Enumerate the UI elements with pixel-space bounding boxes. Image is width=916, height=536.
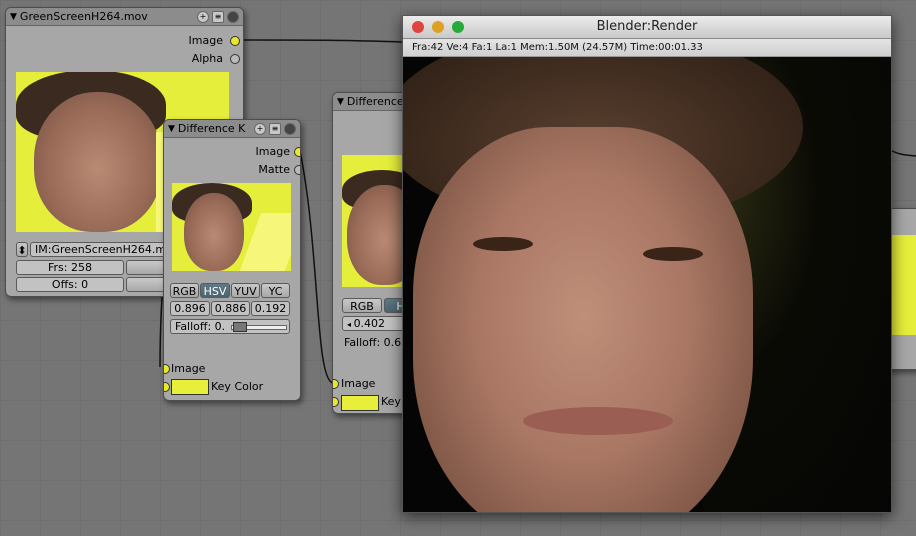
- input-image-socket[interactable]: [333, 379, 339, 389]
- input-image-label: Image: [341, 377, 376, 390]
- menu-icon[interactable]: ≡: [269, 122, 281, 135]
- value-2-field[interactable]: 0.886: [211, 301, 250, 316]
- left-eye: [473, 237, 533, 251]
- render-window[interactable]: Blender:Render Fra:42 Ve:4 Fa:1 La:1 Mem…: [402, 15, 892, 513]
- output-image-socket[interactable]: [230, 36, 240, 46]
- collapse-triangle-icon[interactable]: ▼: [337, 97, 344, 107]
- falloff-label: Falloff: 0.: [175, 320, 226, 333]
- output-matte-label: Matte: [258, 163, 290, 176]
- mode-hsv-button[interactable]: HSV: [200, 283, 230, 298]
- preview-toggle-icon[interactable]: [284, 122, 296, 135]
- key-color-swatch[interactable]: [341, 395, 379, 411]
- output-image-socket[interactable]: [294, 147, 300, 157]
- mouth: [523, 407, 673, 435]
- value-text: 0.402: [353, 317, 386, 330]
- preview-thumbnail: [172, 183, 291, 271]
- collapse-triangle-icon[interactable]: ▼: [168, 124, 175, 134]
- falloff-slider[interactable]: Falloff: 0.: [170, 319, 290, 334]
- window-title: Blender:Render: [596, 19, 698, 34]
- node-title: Difference K: [177, 122, 246, 135]
- minimize-button[interactable]: [432, 21, 444, 33]
- key-color-swatch[interactable]: [171, 379, 209, 395]
- input-key-color-label: Key Color: [211, 380, 264, 393]
- mode-yuv-button[interactable]: YUV: [231, 283, 260, 298]
- image-browse-button[interactable]: ⬍: [16, 242, 28, 257]
- node-title: GreenScreenH264.mov: [19, 10, 148, 23]
- collapse-triangle-icon[interactable]: ▼: [10, 12, 17, 22]
- plus-icon[interactable]: +: [197, 10, 209, 23]
- frames-field[interactable]: Frs: 258: [16, 260, 124, 275]
- plus-icon[interactable]: +: [254, 122, 266, 135]
- close-button[interactable]: [412, 21, 424, 33]
- mode-ycc-button[interactable]: YC: [261, 283, 290, 298]
- zoom-button[interactable]: [452, 21, 464, 33]
- render-status-bar: Fra:42 Ve:4 Fa:1 La:1 Mem:1.50M (24.57M)…: [403, 39, 891, 57]
- output-matte-socket[interactable]: [294, 165, 300, 175]
- falloff-label[interactable]: Falloff: 0.6: [344, 336, 401, 349]
- mode-rgb-button[interactable]: RGB: [342, 298, 382, 313]
- input-image-label: Image: [171, 362, 206, 375]
- value-3-field[interactable]: 0.192: [251, 301, 290, 316]
- input-key-color-socket[interactable]: [164, 382, 170, 392]
- window-titlebar[interactable]: Blender:Render: [403, 16, 891, 39]
- node-header[interactable]: ▼ GreenScreenH264.mov + ≡: [6, 8, 243, 26]
- render-output-image: [403, 57, 891, 512]
- input-image-socket[interactable]: [164, 364, 170, 374]
- input-key-socket[interactable]: [333, 397, 339, 407]
- offset-field[interactable]: Offs: 0: [16, 277, 124, 292]
- mode-rgb-button[interactable]: RGB: [170, 283, 199, 298]
- output-alpha-label: Alpha: [191, 52, 223, 65]
- slider-handle[interactable]: [233, 322, 247, 332]
- preview-toggle-icon[interactable]: [227, 10, 239, 23]
- output-image-label: Image: [255, 145, 290, 158]
- menu-icon[interactable]: ≡: [212, 10, 224, 23]
- input-key-label: Key: [381, 395, 401, 408]
- right-eye: [643, 247, 703, 261]
- node-header[interactable]: ▼ Difference K + ≡: [164, 120, 300, 138]
- value-1-field[interactable]: 0.896: [170, 301, 210, 316]
- output-image-label: Image: [188, 34, 223, 47]
- face-region: [413, 127, 753, 512]
- difference-key-node-1[interactable]: ▼ Difference K + ≡ Image Matte RGB HSV Y…: [163, 119, 301, 401]
- output-alpha-socket[interactable]: [230, 54, 240, 64]
